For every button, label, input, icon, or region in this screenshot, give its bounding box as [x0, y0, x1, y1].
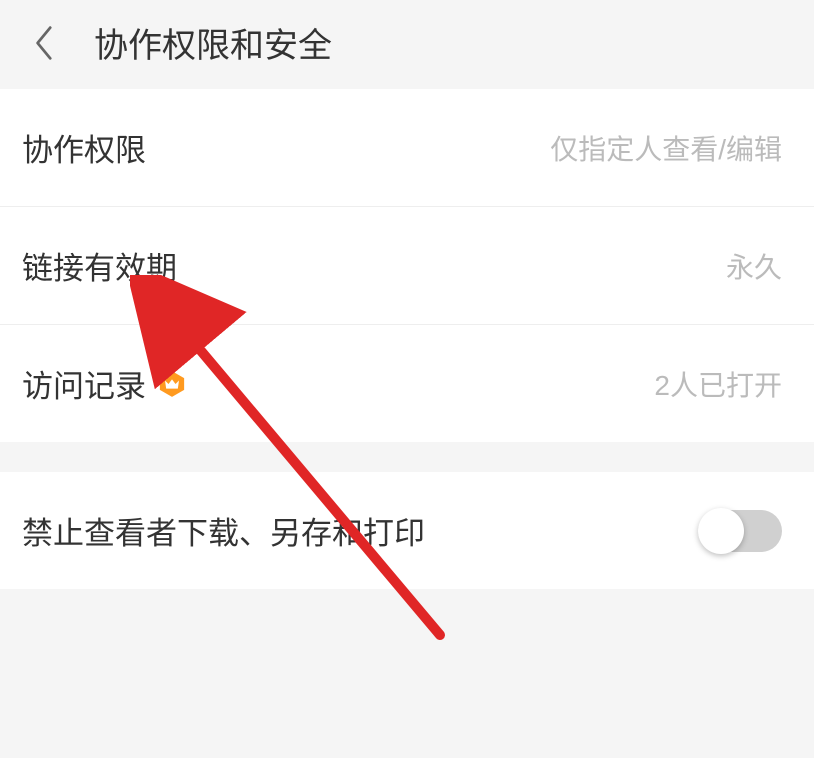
page-title: 协作权限和安全	[94, 18, 332, 67]
chevron-left-icon	[32, 24, 54, 62]
row-label-access-log: 访问记录	[22, 361, 186, 406]
row-restrict-download: 禁止查看者下载、另存和打印	[0, 472, 814, 589]
bottom-spacer	[0, 589, 814, 619]
section-spacer	[0, 442, 814, 472]
crown-icon	[158, 370, 186, 398]
row-value-access-log: 2人已打开	[654, 364, 782, 404]
row-value-expiry: 永久	[726, 246, 782, 286]
settings-section-2: 禁止查看者下载、另存和打印	[0, 472, 814, 589]
row-label-access-log-text: 访问记录	[22, 361, 146, 406]
row-label-expiry: 链接有效期	[22, 243, 177, 288]
toggle-knob	[698, 508, 744, 554]
row-label-restrict: 禁止查看者下载、另存和打印	[22, 508, 425, 553]
row-access-log[interactable]: 访问记录 2人已打开	[0, 324, 814, 442]
back-button[interactable]	[32, 24, 54, 62]
restrict-download-toggle[interactable]	[698, 510, 782, 552]
row-value-permission: 仅指定人查看/编辑	[550, 128, 782, 168]
page-header: 协作权限和安全	[0, 0, 814, 89]
settings-section-1: 协作权限 仅指定人查看/编辑 链接有效期 永久 访问记录 2人已打开	[0, 89, 814, 442]
row-label-permission: 协作权限	[22, 125, 146, 170]
row-permission[interactable]: 协作权限 仅指定人查看/编辑	[0, 89, 814, 206]
row-link-expiry[interactable]: 链接有效期 永久	[0, 206, 814, 324]
